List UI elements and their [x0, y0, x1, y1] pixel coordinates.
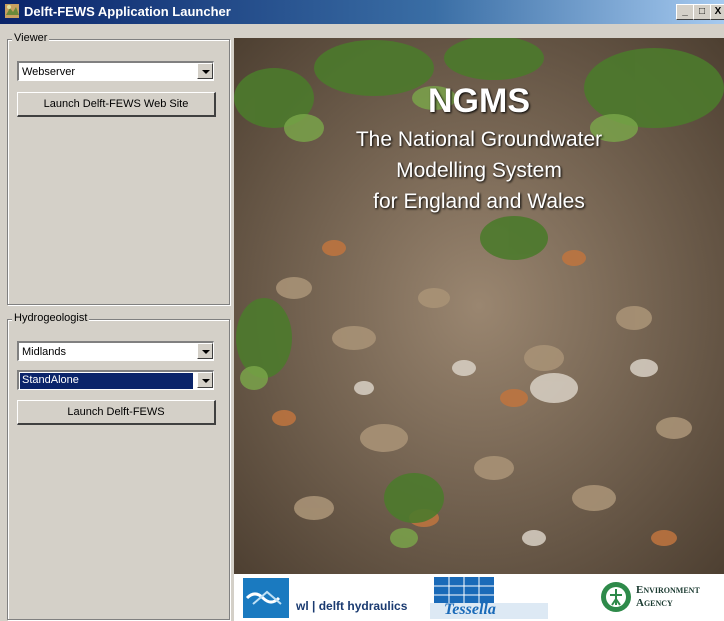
chevron-down-icon[interactable]	[197, 372, 213, 388]
mode-combo-value: StandAlone	[20, 373, 193, 389]
splash-headline: NGMS	[428, 82, 530, 120]
splash-line-3: for England and Wales	[373, 190, 585, 213]
ea-logo-line-2: Agency	[636, 597, 673, 609]
chevron-down-icon[interactable]	[197, 63, 213, 79]
wl-logo-text: wl | delft hydraulics	[296, 599, 408, 613]
region-combo-value: Midlands	[22, 346, 67, 358]
app-icon	[5, 4, 19, 18]
title-bar[interactable]: Delft-FEWS Application Launcher _ □ X	[0, 0, 724, 24]
splash-image: NGMS The National Groundwater Modelling …	[234, 38, 724, 621]
viewer-legend: Viewer	[12, 32, 50, 44]
region-combo[interactable]: Midlands	[17, 341, 214, 361]
left-panel: Viewer Webserver Launch Delft-FEWS Web S…	[0, 24, 232, 621]
launch-fews-button[interactable]: Launch Delft-FEWS	[17, 400, 216, 425]
viewer-combo-value: Webserver	[22, 66, 75, 78]
ea-logo-line-1: Environment	[636, 584, 700, 596]
launch-website-button[interactable]: Launch Delft-FEWS Web Site	[17, 92, 216, 117]
mode-combo[interactable]: StandAlone	[17, 370, 214, 390]
hydrogeologist-legend: Hydrogeologist	[12, 312, 90, 324]
minimize-button[interactable]: _	[676, 4, 694, 20]
hydrogeologist-group: Hydrogeologist	[7, 312, 230, 620]
tessella-logo-text: Tessella	[444, 601, 496, 618]
environment-agency-logo-icon	[601, 582, 631, 612]
viewer-combo[interactable]: Webserver	[17, 61, 214, 81]
close-button[interactable]: X	[710, 4, 724, 20]
logo-strip: wl | delft hydraulics Tessella Environme…	[234, 574, 724, 621]
wl-logo-icon	[243, 578, 289, 618]
splash-line-1: The National Groundwater	[355, 128, 603, 151]
splash-line-2: Modelling System	[396, 159, 562, 182]
maximize-button[interactable]: □	[693, 4, 711, 20]
window-title: Delft-FEWS Application Launcher	[24, 4, 231, 19]
chevron-down-icon[interactable]	[197, 343, 213, 359]
